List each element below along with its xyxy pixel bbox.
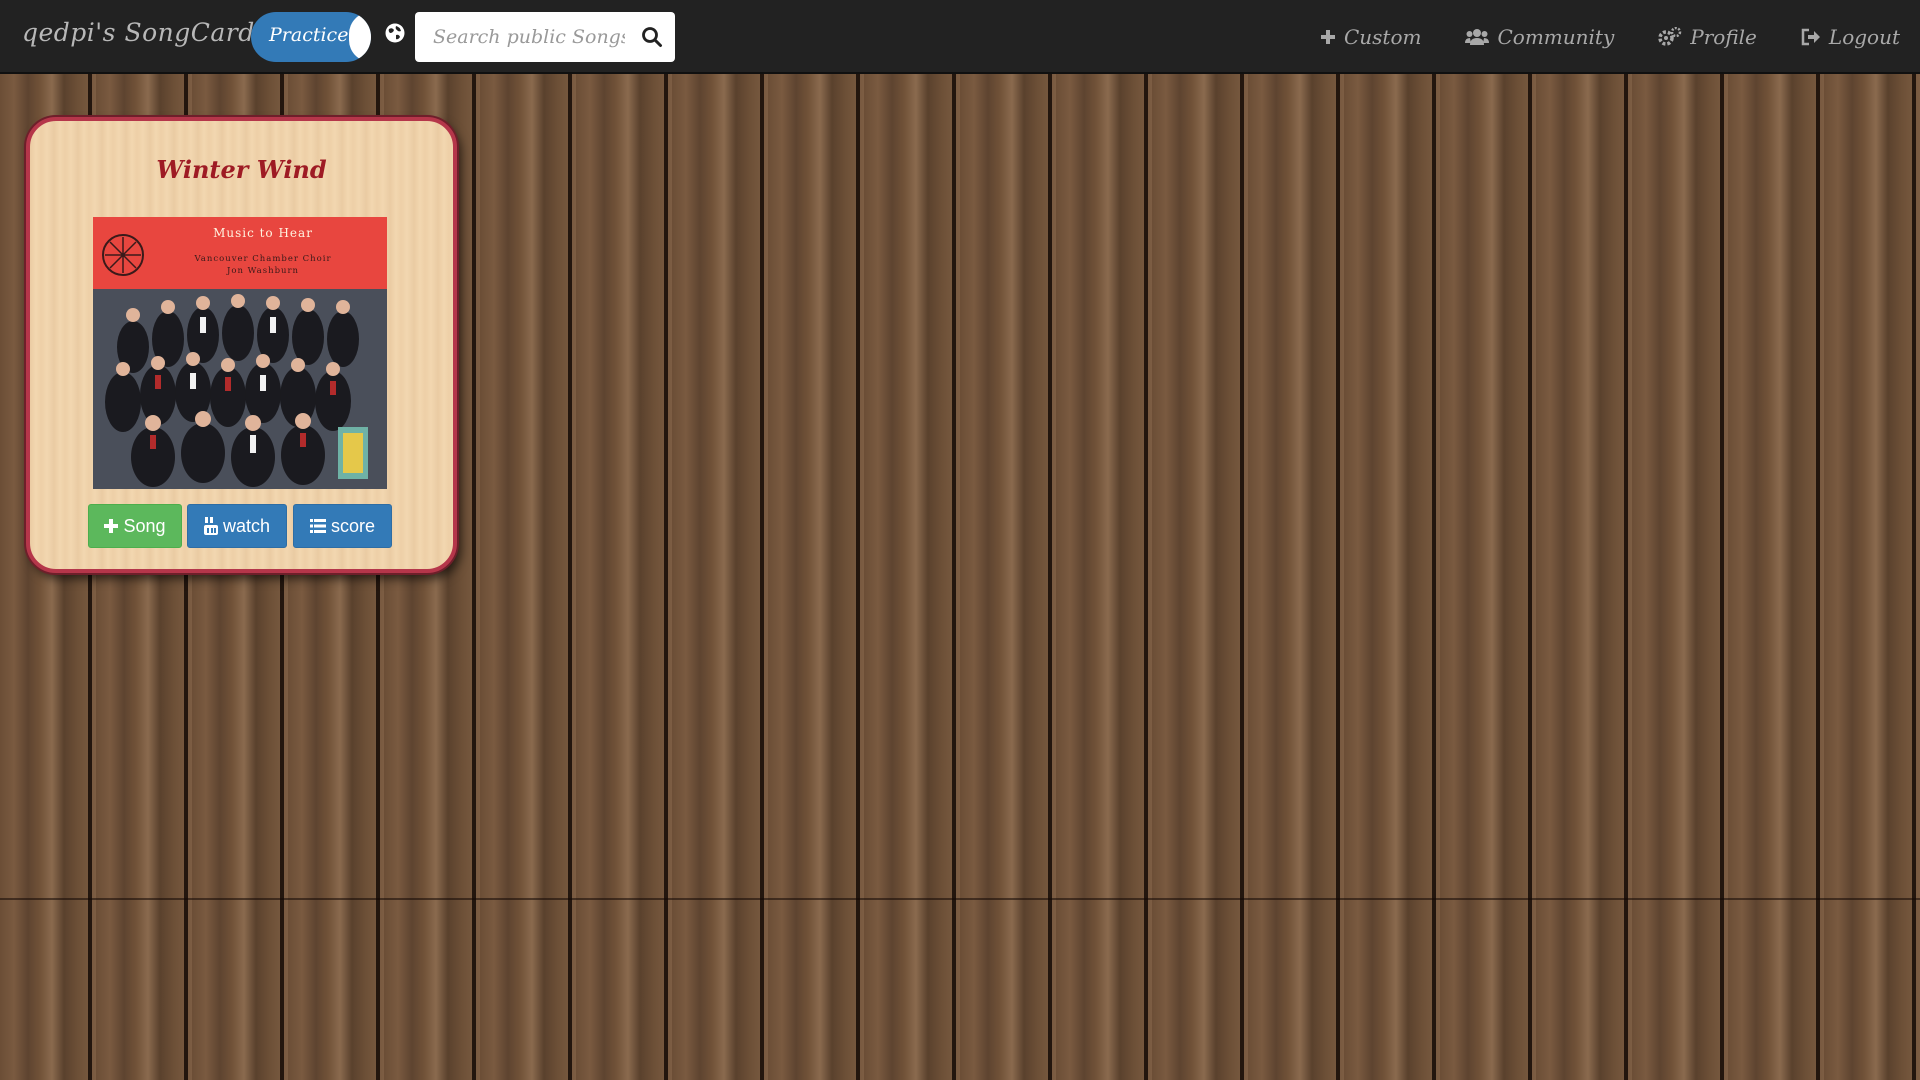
nav-logout-link[interactable]: Logout [1801, 25, 1900, 49]
toggle-knob [349, 12, 371, 62]
album-cover-image: Music to Hear Vancouver Chamber Choir Jo… [93, 217, 387, 489]
practice-mode-label: Practice [269, 24, 349, 46]
album-line-3: Jon Washburn [226, 266, 299, 276]
plus-icon [104, 519, 119, 533]
nav-custom-link[interactable]: Custom [1320, 25, 1422, 49]
nav-community-link[interactable]: Community [1465, 25, 1614, 49]
watch-button[interactable]: watch [187, 504, 287, 548]
nav-community-label: Community [1497, 25, 1615, 49]
nav-links: Custom Community Profile Logout [1276, 0, 1900, 74]
album-cover-art: Music to Hear Vancouver Chamber Choir Jo… [93, 217, 387, 489]
gears-icon [1658, 27, 1682, 46]
list-icon [309, 519, 326, 533]
youtube-icon [203, 517, 218, 535]
top-navbar: qedpi's SongCards Practice Custom [0, 0, 1920, 74]
album-line-2: Vancouver Chamber Choir [193, 254, 331, 264]
nav-profile-link[interactable]: Profile [1658, 25, 1757, 49]
add-song-button[interactable]: Song [88, 504, 182, 548]
song-card[interactable]: Winter Wind Music to Hear Vancouver Cham… [26, 117, 457, 573]
score-label: score [330, 515, 375, 536]
search-icon[interactable] [641, 26, 663, 48]
globe-icon[interactable] [384, 22, 406, 44]
users-icon [1465, 29, 1490, 45]
floor-seam [0, 898, 1920, 900]
nav-profile-label: Profile [1690, 25, 1757, 49]
score-button[interactable]: score [293, 504, 392, 548]
search-input[interactable] [415, 12, 625, 62]
song-title: Winter Wind [156, 155, 327, 184]
nav-custom-label: Custom [1343, 25, 1422, 49]
nav-logout-label: Logout [1828, 25, 1900, 49]
sign-out-icon [1801, 28, 1820, 46]
plus-icon [1320, 30, 1335, 44]
search-bar [415, 12, 675, 62]
practice-mode-toggle[interactable]: Practice [251, 12, 371, 62]
watch-label: watch [222, 515, 271, 536]
album-line-1: Music to Hear [213, 226, 313, 240]
brand-logo[interactable]: qedpi's SongCards [22, 18, 268, 47]
add-song-label: Song [123, 515, 166, 536]
